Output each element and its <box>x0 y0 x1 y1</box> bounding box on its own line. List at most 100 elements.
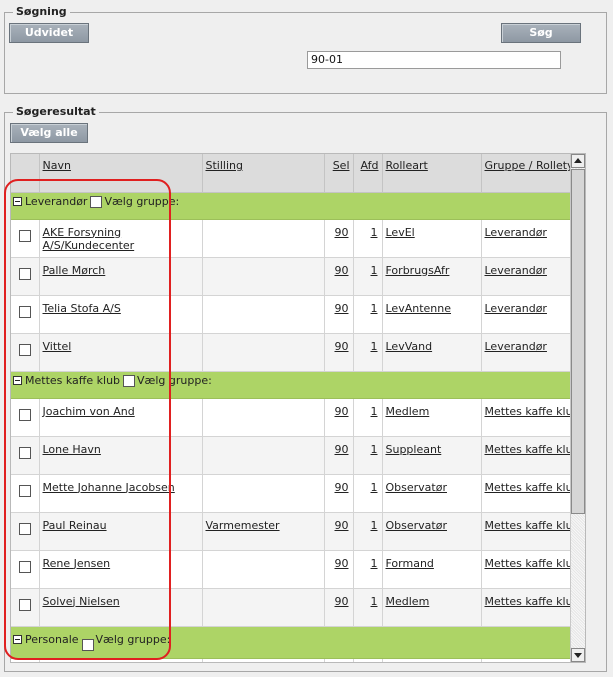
group-row-personale: Personale Vælg gruppe: <box>11 626 572 659</box>
collapse-icon[interactable] <box>13 376 22 385</box>
col-header-stilling[interactable]: Stilling <box>202 154 325 193</box>
results-table: Navn Stilling Sel Afd Rolleart Gruppe / … <box>11 154 573 662</box>
row-rolleart-link[interactable]: LevEl <box>386 226 415 239</box>
table-row: Mette Johanne Jacobsen 90 1 Observatør M… <box>11 474 573 513</box>
row-checkbox[interactable] <box>19 408 31 421</box>
row-gruppe-link[interactable]: Leverandør <box>485 340 547 353</box>
select-all-button[interactable]: Vælg alle <box>10 123 88 143</box>
row-sel-link[interactable]: 90 <box>335 302 349 315</box>
table-row: Joachim von And 90 1 Medlem Mettes kaffe… <box>11 398 573 437</box>
row-gruppe-link[interactable]: Leverandør <box>485 264 547 277</box>
row-afd-link[interactable]: 1 <box>371 340 378 353</box>
row-checkbox[interactable] <box>19 267 31 280</box>
row-stilling <box>202 474 325 513</box>
row-afd-link[interactable]: 1 <box>371 226 378 239</box>
row-rolleart-link[interactable]: LevVand <box>386 340 433 353</box>
group-checkbox[interactable] <box>81 638 94 651</box>
row-name-link[interactable]: Lone Havn <box>43 443 101 456</box>
row-gruppe-link[interactable]: Leverandør <box>485 302 547 315</box>
col-header-gruppe[interactable]: Gruppe / Rolletype <box>481 154 573 193</box>
row-gruppe-link[interactable]: Leverandør <box>485 226 547 239</box>
row-rolleart-link[interactable]: Formand <box>386 557 434 570</box>
row-stilling <box>202 257 325 296</box>
scrollbar-thumb[interactable] <box>571 169 585 514</box>
results-legend: Søgeresultat <box>13 105 99 118</box>
row-sel-link[interactable]: 90 <box>335 405 349 418</box>
row-stilling <box>202 219 325 258</box>
collapse-icon[interactable] <box>13 635 22 644</box>
row-gruppe-link[interactable]: Mettes kaffe klub <box>485 481 572 494</box>
scroll-up-button[interactable] <box>571 154 585 168</box>
row-stilling <box>202 333 325 372</box>
row-sel-link[interactable]: 90 <box>335 519 349 532</box>
row-afd-link[interactable]: 1 <box>371 405 378 418</box>
row-name-link[interactable]: Palle Mørch <box>43 264 106 277</box>
advanced-button[interactable]: Udvidet <box>9 23 89 43</box>
group-checkbox[interactable] <box>123 374 136 387</box>
row-sel-link[interactable]: 90 <box>335 443 349 456</box>
row-checkbox[interactable] <box>19 522 31 535</box>
group-select-label: Vælg gruppe: <box>95 632 171 646</box>
group-checkbox[interactable] <box>90 195 103 208</box>
collapse-icon[interactable] <box>13 197 22 206</box>
row-sel-link[interactable]: 90 <box>335 557 349 570</box>
table-row: Paul Reinau Varmemester 90 1 Observatør … <box>11 512 573 551</box>
row-afd-link[interactable]: 1 <box>371 302 378 315</box>
row-name-link[interactable]: Telia Stofa A/S <box>43 302 121 315</box>
row-checkbox[interactable] <box>19 598 31 611</box>
row-afd-link[interactable]: 1 <box>371 264 378 277</box>
row-gruppe-link[interactable]: Mettes kaffe klub <box>485 595 572 608</box>
row-sel-link[interactable]: 90 <box>335 481 349 494</box>
row-name-link[interactable]: Paul Reinau <box>43 519 107 532</box>
col-header-afd[interactable]: Afd <box>353 154 383 193</box>
row-rolleart-link[interactable]: Observatør <box>386 519 447 532</box>
row-rolleart-link[interactable]: LevAntenne <box>386 302 452 315</box>
group-name: Leverandør <box>25 194 88 208</box>
row-rolleart-link[interactable]: Suppleant <box>386 443 442 456</box>
row-afd-link[interactable]: 1 <box>371 595 378 608</box>
col-header-sel[interactable]: Sel <box>324 154 354 193</box>
row-checkbox[interactable] <box>19 229 31 242</box>
row-rolleart-link[interactable]: Medlem <box>386 595 430 608</box>
row-afd-link[interactable]: 1 <box>371 481 378 494</box>
scroll-down-button[interactable] <box>571 648 585 662</box>
arrow-down-icon <box>574 653 582 658</box>
row-name-link[interactable]: Vittel <box>43 340 72 353</box>
row-name-link[interactable]: Joachim von And <box>43 405 135 418</box>
row-afd-link[interactable]: 1 <box>371 557 378 570</box>
row-stilling-link[interactable]: Varmemester <box>206 519 280 532</box>
row-name-link[interactable]: AKE Forsyning A/S/Kundecenter <box>43 226 135 252</box>
row-name-link[interactable]: Mette Johanne Jacobsen <box>43 481 175 494</box>
row-checkbox[interactable] <box>19 484 31 497</box>
row-stilling <box>202 398 325 437</box>
vertical-scrollbar[interactable] <box>570 154 585 662</box>
row-gruppe-link[interactable]: Mettes kaffe klub <box>485 443 572 456</box>
search-legend: Søgning <box>13 5 70 18</box>
row-rolleart-link[interactable]: Medlem <box>386 405 430 418</box>
row-name-link[interactable]: Rene Jensen <box>43 557 111 570</box>
row-gruppe-link[interactable]: Mettes kaffe klub <box>485 405 572 418</box>
row-sel-link[interactable]: 90 <box>335 340 349 353</box>
search-button[interactable]: Søg <box>501 23 581 43</box>
search-input[interactable]: 90-01 <box>307 51 561 69</box>
row-checkbox[interactable] <box>19 446 31 459</box>
row-afd-link[interactable]: 1 <box>371 519 378 532</box>
group-name: Mettes kaffe klub <box>25 373 121 387</box>
row-rolleart-link[interactable]: ForbrugsAfr <box>386 264 450 277</box>
results-grid: Navn Stilling Sel Afd Rolleart Gruppe / … <box>10 153 586 663</box>
row-sel-link[interactable]: 90 <box>335 595 349 608</box>
col-header-navn[interactable]: Navn <box>39 154 203 193</box>
row-checkbox[interactable] <box>19 343 31 356</box>
col-header-select <box>11 154 40 193</box>
row-sel-link[interactable]: 90 <box>335 264 349 277</box>
col-header-rolleart[interactable]: Rolleart <box>382 154 482 193</box>
row-gruppe-link[interactable]: Mettes kaffe klub <box>485 557 572 570</box>
group-row-leverandor: Leverandør Vælg gruppe: <box>11 192 572 220</box>
row-sel-link[interactable]: 90 <box>335 226 349 239</box>
row-name-link[interactable]: Solvej Nielsen <box>43 595 120 608</box>
row-rolleart-link[interactable]: Observatør <box>386 481 447 494</box>
row-gruppe-link[interactable]: Mettes kaffe klub <box>485 519 572 532</box>
row-checkbox[interactable] <box>19 560 31 573</box>
row-afd-link[interactable]: 1 <box>371 443 378 456</box>
row-checkbox[interactable] <box>19 305 31 318</box>
